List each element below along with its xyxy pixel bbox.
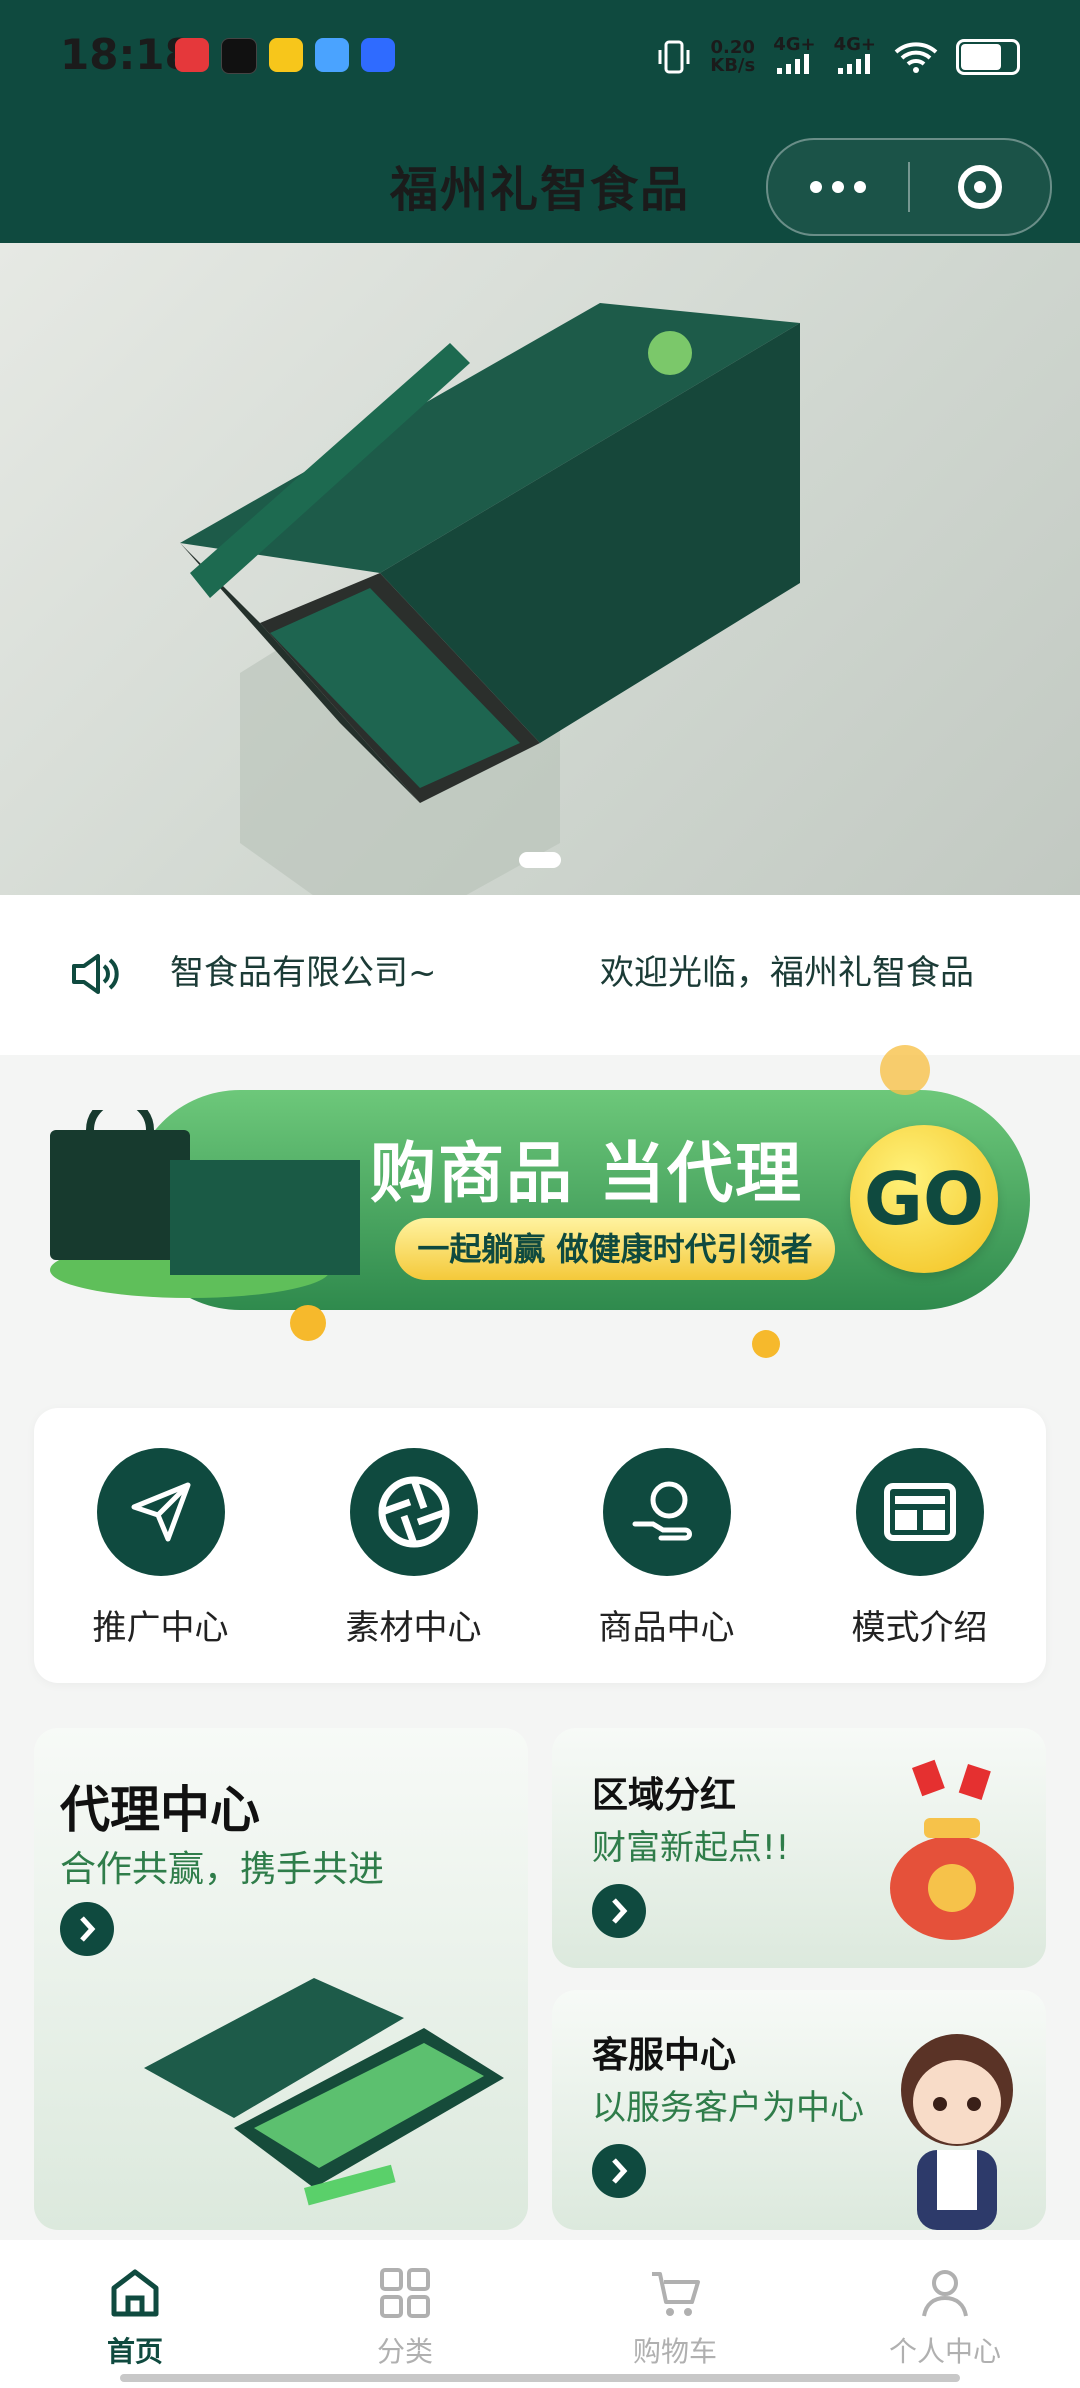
- net-label: 4G+: [833, 34, 876, 55]
- speaker-icon: [72, 954, 119, 994]
- service-avatar-image: [901, 2034, 1013, 2230]
- cart-icon: [652, 2272, 700, 2316]
- hand-coin-icon: [602, 1448, 731, 1576]
- promo-subtitle: 一起躺赢 做健康时代引领者: [395, 1218, 835, 1280]
- battery-icon: [956, 39, 1020, 75]
- coin-icon: [880, 1045, 930, 1095]
- quick-label: 模式介绍: [851, 1608, 988, 1648]
- close-button[interactable]: [910, 165, 1050, 209]
- promo-title: 购商品 当代理: [370, 1135, 803, 1212]
- status-time: 18:18: [60, 30, 194, 79]
- tab-label: 个人中心: [888, 2335, 1001, 2368]
- app-notification-icon: [315, 38, 349, 72]
- quick-nav: 推广中心 素材中心 商品中心 模式介绍: [34, 1408, 1046, 1683]
- chevron-right-icon[interactable]: [60, 1902, 114, 1956]
- product-box-image: [144, 1978, 504, 2206]
- tab-label: 首页: [106, 2335, 163, 2368]
- quick-item-material[interactable]: 素材中心: [287, 1408, 540, 1683]
- region-dividend-card[interactable]: 区域分红 财富新起点!!: [552, 1728, 1046, 1968]
- more-dot: [832, 181, 844, 193]
- region-title: 区域分红: [592, 1775, 737, 1816]
- net-label: 4G+: [773, 34, 816, 55]
- more-button[interactable]: [768, 181, 908, 193]
- home-icon: [111, 2269, 159, 2317]
- grid-icon: [380, 2268, 430, 2318]
- more-dot: [854, 181, 866, 193]
- app-notification-icon: [361, 38, 395, 72]
- more-dot: [810, 181, 822, 193]
- user-icon: [922, 2270, 968, 2317]
- coin-icon: [290, 1305, 326, 1341]
- home-indicator: [120, 2374, 960, 2382]
- banner-indicator: [519, 852, 561, 868]
- go-button[interactable]: GO: [850, 1125, 998, 1273]
- product-box-image: [180, 303, 800, 895]
- tab-label: 购物车: [632, 2335, 717, 2368]
- wifi-icon: [894, 42, 938, 73]
- agent-subtitle: 合作共赢，携手共进: [60, 1849, 385, 1890]
- signal-2: 4G+: [834, 36, 876, 78]
- quick-label: 推广中心: [92, 1608, 229, 1648]
- signal-bars-icon: [837, 54, 870, 74]
- service-subtitle: 以服务客户为中心: [592, 2088, 864, 2128]
- quick-label: 素材中心: [345, 1608, 482, 1648]
- region-subtitle: 财富新起点!!: [592, 1828, 790, 1868]
- money-bag-image: [890, 1759, 1014, 1940]
- customer-service-card[interactable]: 客服中心 以服务客户为中心: [552, 1990, 1046, 2230]
- mini-program-capsule: [766, 138, 1052, 236]
- signal-bars-icon: [777, 54, 810, 74]
- vibrate-icon: [658, 40, 690, 74]
- tab-profile[interactable]: 个人中心: [810, 2240, 1080, 2388]
- notice-text-b: 欢迎光临，福州礼智食品: [600, 953, 974, 993]
- quick-item-model[interactable]: 模式介绍: [793, 1408, 1046, 1683]
- tab-cart[interactable]: 购物车: [540, 2240, 810, 2388]
- target-icon: [958, 165, 1002, 209]
- quick-label: 商品中心: [598, 1608, 735, 1648]
- quick-item-goods[interactable]: 商品中心: [540, 1408, 793, 1683]
- chevron-right-icon[interactable]: [592, 1884, 646, 1938]
- layout-icon: [855, 1448, 984, 1576]
- quick-item-promotion[interactable]: 推广中心: [34, 1408, 287, 1683]
- signal-1: 4G+: [773, 34, 816, 78]
- notice-marquee: 智食品有限公司~ 欢迎光临，福州礼智食品: [170, 945, 1020, 995]
- chevron-right-icon[interactable]: [592, 2144, 646, 2198]
- notice-text-a: 智食品有限公司~: [170, 953, 437, 993]
- status-app-icons: [175, 38, 395, 74]
- network-speed: 0.20 KB/s: [710, 39, 755, 75]
- agent-title: 代理中心: [60, 1781, 260, 1839]
- app-notification-icon: [175, 38, 209, 72]
- coin-icon: [752, 1330, 780, 1358]
- service-title: 客服中心: [592, 2035, 737, 2076]
- status-system: 0.20 KB/s 4G+ 4G+: [656, 36, 1020, 78]
- tab-home[interactable]: 首页: [0, 2240, 270, 2388]
- tab-label: 分类: [376, 2335, 433, 2368]
- paper-plane-icon: [96, 1448, 225, 1576]
- tiktok-icon: [221, 38, 257, 74]
- aperture-icon: [349, 1448, 478, 1576]
- bottom-tabbar: 首页 分类 购物车 个人中心: [0, 2240, 1080, 2388]
- shopping-bag-image: [50, 1110, 360, 1298]
- hero-banner[interactable]: [0, 243, 1080, 895]
- tab-category[interactable]: 分类: [270, 2240, 540, 2388]
- meituan-icon: [269, 38, 303, 72]
- speed-unit: KB/s: [710, 55, 756, 76]
